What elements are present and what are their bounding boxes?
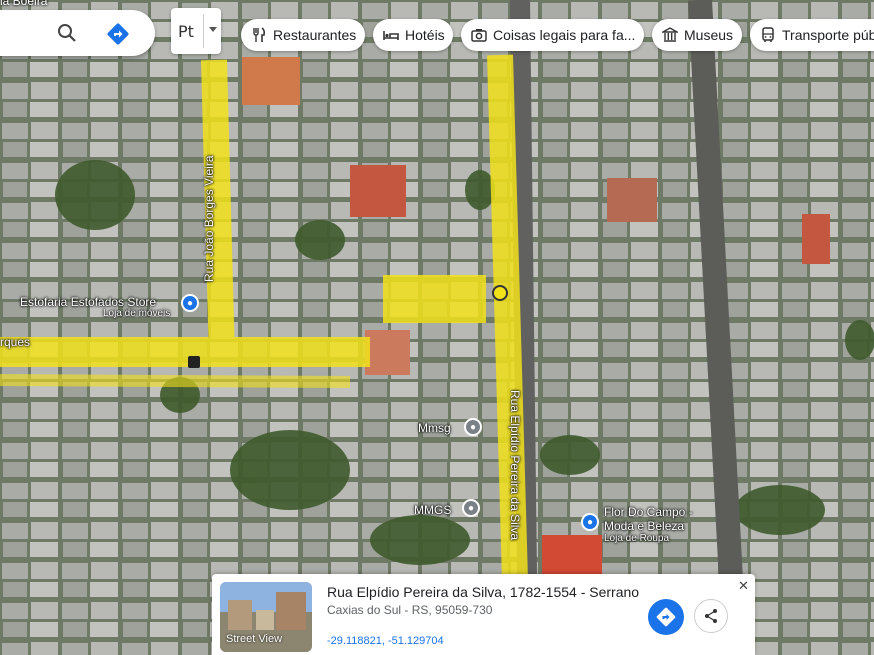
search-box[interactable] [0, 10, 155, 56]
language-divider [203, 14, 204, 48]
place-coordinates[interactable]: -29.118821, -51.129704 [327, 635, 444, 647]
directions-icon [656, 607, 676, 627]
street-view-thumbnail[interactable]: Street View [220, 582, 312, 652]
road-label-joao: Rua João Borges Vieira [202, 155, 216, 282]
share-button[interactable] [694, 599, 728, 633]
road-label-left: rques [0, 335, 31, 349]
museum-icon [662, 27, 678, 42]
chip-coisas[interactable]: Coisas legais para fa... [461, 19, 644, 51]
chevron-down-icon[interactable] [209, 27, 217, 32]
chip-label: Restaurantes [273, 27, 357, 43]
chip-label: Museus [684, 27, 734, 43]
place-name-estofaria[interactable]: Estofaria Estofados Store [20, 295, 156, 309]
camera-icon [471, 29, 487, 42]
place-city: Caxias do Sul - RS, 95059-730 [327, 603, 493, 617]
directions-icon[interactable] [106, 22, 130, 46]
search-icon[interactable] [57, 23, 77, 43]
place-name-flor-line2: Moda e Beleza [604, 519, 685, 533]
location-pin-icon[interactable]: ● [462, 499, 480, 517]
location-pin-icon[interactable]: ● [464, 418, 482, 436]
language-button[interactable]: Pt [171, 8, 221, 54]
chip-label: Hotéis [405, 27, 445, 43]
street-view-label: Street View [226, 633, 283, 645]
place-info-card: Street View Rua Elpídio Pereira da Silva… [212, 574, 755, 655]
bus-icon [762, 27, 774, 42]
road-label-elpidio: Rua Elpídio Pereira da Silva [508, 390, 522, 541]
close-icon[interactable]: ✕ [738, 578, 749, 594]
car-marker-icon [188, 356, 200, 368]
place-name-flor[interactable]: Flor Do Campo - [604, 505, 693, 519]
chip-transporte[interactable]: Transporte públ [750, 19, 874, 51]
place-name-mmgs[interactable]: MMGS [414, 503, 451, 517]
share-icon [705, 609, 717, 623]
search-title: ia Boeira [0, 0, 48, 8]
place-category-flor: Loja de Roupa [604, 533, 670, 544]
chip-hoteis[interactable]: Hotéis [373, 19, 453, 51]
bed-icon [383, 31, 399, 40]
chip-label: Coisas legais para fa... [493, 27, 636, 43]
fork-knife-icon [253, 27, 266, 42]
chip-museus[interactable]: Museus [652, 19, 742, 51]
shopping-bag-icon[interactable]: ● [581, 513, 599, 531]
place-address: Rua Elpídio Pereira da Silva, 1782-1554 … [327, 584, 640, 600]
satellite-map[interactable] [0, 0, 874, 655]
chip-label: Transporte públ [782, 27, 874, 43]
shopping-bag-icon[interactable]: ● [181, 294, 199, 312]
chip-restaurantes[interactable]: Restaurantes [241, 19, 365, 51]
directions-button[interactable] [648, 599, 684, 635]
place-name-mmsg[interactable]: Mmsg [418, 421, 451, 435]
place-category-estofaria: Loja de móveis [103, 308, 171, 319]
language-label: Pt [178, 21, 194, 41]
dropped-pin-icon[interactable] [492, 285, 508, 301]
